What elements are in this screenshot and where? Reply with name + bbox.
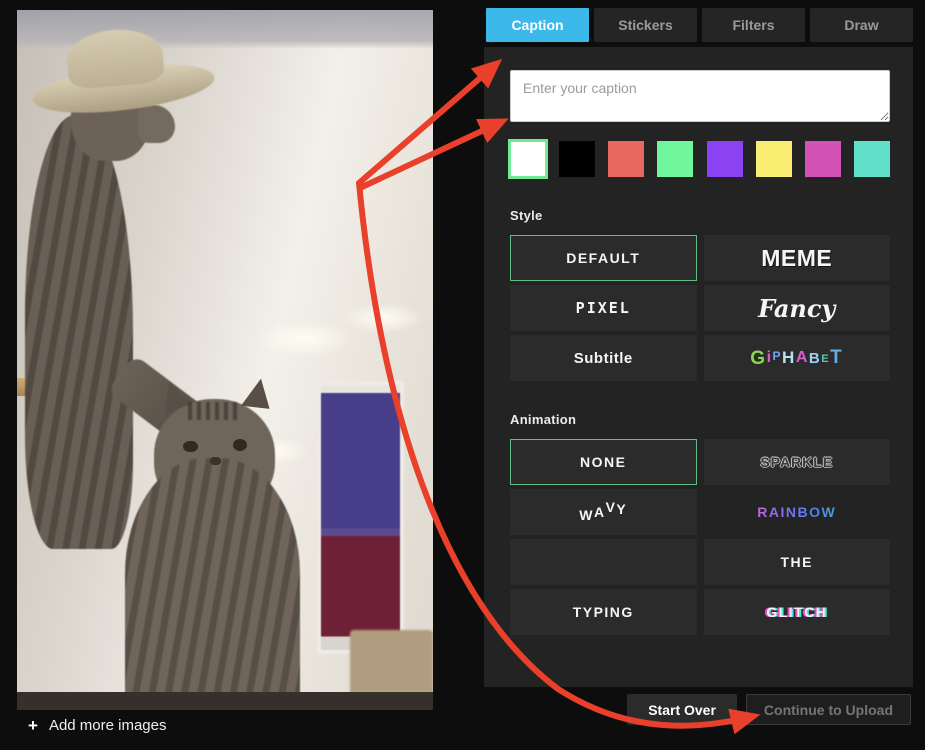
animation-option-typing[interactable]: TYPING bbox=[510, 589, 697, 635]
animation-option-wavy[interactable]: WAVY bbox=[510, 489, 697, 535]
caption-panel: Style DEFAULT MEME PIXEL Fancy Subtitle … bbox=[484, 47, 913, 687]
tab-filters[interactable]: Filters bbox=[702, 8, 805, 42]
animation-option-rainbow[interactable]: RAINBOW bbox=[704, 489, 891, 535]
color-swatch-magenta[interactable] bbox=[805, 141, 841, 177]
gif-scene-background bbox=[17, 10, 433, 710]
color-swatch-teal[interactable] bbox=[854, 141, 890, 177]
style-section-label: Style bbox=[510, 208, 889, 223]
animation-option-the[interactable]: THE bbox=[704, 539, 891, 585]
footer-actions: Start Over Continue to Upload bbox=[627, 694, 911, 725]
caption-color-swatches bbox=[510, 141, 890, 177]
animation-option-none[interactable]: NONE bbox=[510, 439, 697, 485]
editor-tabs: Caption Stickers Filters Draw bbox=[486, 8, 913, 42]
gif-wall-poster bbox=[317, 381, 404, 654]
sitting-cat-eye bbox=[183, 441, 197, 453]
tab-caption[interactable]: Caption bbox=[486, 8, 589, 42]
sitting-cat-body bbox=[125, 458, 300, 710]
gif-floor bbox=[17, 692, 433, 710]
standing-cat-body bbox=[25, 115, 133, 549]
animation-option-glitch[interactable]: GLITCH bbox=[704, 589, 891, 635]
style-option-subtitle[interactable]: Subtitle bbox=[510, 335, 697, 381]
tab-stickers[interactable]: Stickers bbox=[594, 8, 697, 42]
continue-to-upload-button[interactable]: Continue to Upload bbox=[746, 694, 911, 725]
color-swatch-yellow[interactable] bbox=[756, 141, 792, 177]
color-swatch-coral[interactable] bbox=[608, 141, 644, 177]
style-option-giphabet[interactable]: GiPHABET bbox=[704, 335, 891, 381]
color-swatch-green[interactable] bbox=[657, 141, 693, 177]
gif-preview-image bbox=[17, 10, 433, 710]
style-option-default[interactable]: DEFAULT bbox=[510, 235, 697, 281]
sitting-cat-stripe bbox=[188, 402, 242, 420]
animation-option-blank[interactable] bbox=[510, 539, 697, 585]
standing-cat-muzzle bbox=[138, 105, 175, 144]
style-option-fancy[interactable]: Fancy bbox=[704, 285, 891, 331]
start-over-button[interactable]: Start Over bbox=[627, 694, 737, 725]
color-swatch-white[interactable] bbox=[510, 141, 546, 177]
animation-option-sparkle[interactable]: SPARKLE bbox=[704, 439, 891, 485]
plus-icon: + bbox=[28, 717, 38, 734]
tab-draw[interactable]: Draw bbox=[810, 8, 913, 42]
animation-section-label: Animation bbox=[510, 412, 889, 427]
sitting-cat-nose bbox=[210, 457, 221, 465]
style-options: DEFAULT MEME PIXEL Fancy Subtitle GiPHAB… bbox=[510, 235, 890, 381]
color-swatch-purple[interactable] bbox=[707, 141, 743, 177]
animation-options: NONE SPARKLE WAVY RAINBOW THE TYPING GLI… bbox=[510, 439, 890, 635]
gif-furniture bbox=[350, 630, 433, 693]
add-more-images-label: Add more images bbox=[49, 717, 167, 734]
caption-input[interactable] bbox=[510, 70, 890, 122]
add-more-images-button[interactable]: + Add more images bbox=[28, 717, 167, 734]
color-swatch-black[interactable] bbox=[559, 141, 595, 177]
style-option-meme[interactable]: MEME bbox=[704, 235, 891, 281]
style-option-pixel[interactable]: PIXEL bbox=[510, 285, 697, 331]
